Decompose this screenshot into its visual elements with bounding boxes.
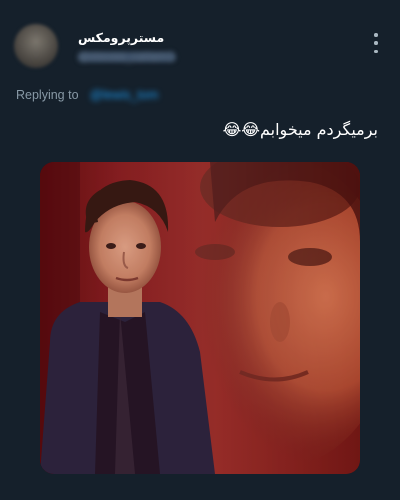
more-options-icon[interactable] <box>372 33 380 53</box>
meme-photo <box>40 162 360 474</box>
reply-target-link[interactable]: @lewis_tom <box>90 88 158 102</box>
menu-dot <box>374 49 378 53</box>
menu-dot <box>374 41 378 45</box>
tweet-media-image[interactable] <box>40 162 360 474</box>
avatar[interactable] <box>14 24 58 68</box>
menu-dot <box>374 33 378 37</box>
user-handle[interactable]: @stevee_callam1 <box>78 50 175 63</box>
display-name[interactable]: مستر‌پرومکس <box>78 30 168 45</box>
replying-to-label: Replying to <box>16 88 79 102</box>
tweet-text: برمیگردم میخوابم😂😂 <box>222 120 378 139</box>
